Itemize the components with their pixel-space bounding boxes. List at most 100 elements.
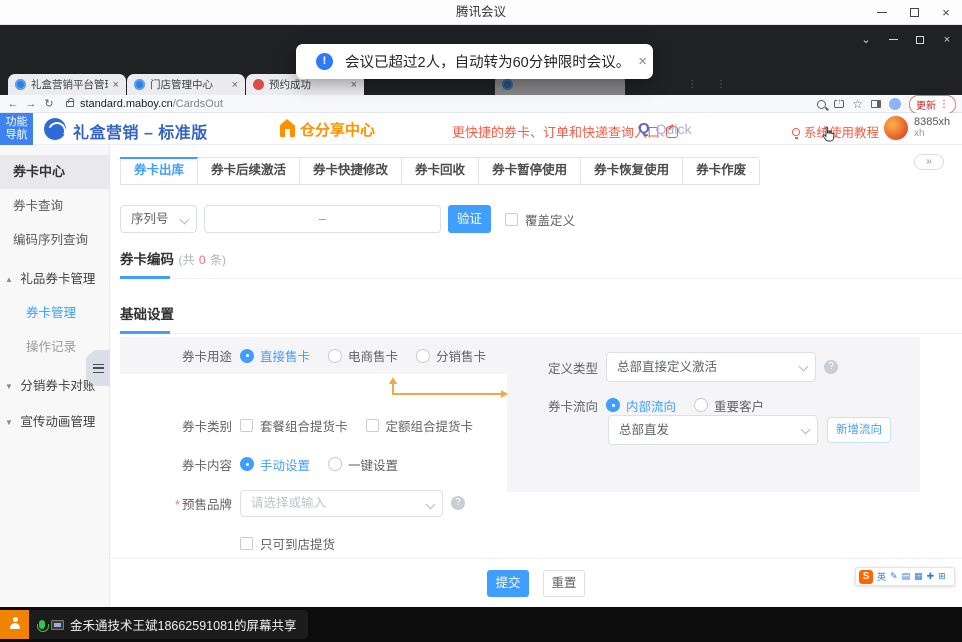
minimize-button[interactable] — [866, 0, 898, 25]
tab-close-icon[interactable]: × — [232, 79, 238, 91]
minimize-icon — [889, 39, 898, 40]
radio-one-click-setup[interactable]: 一键设置 — [328, 455, 398, 474]
banner-close-icon[interactable]: × — [638, 53, 647, 70]
connector-arrowhead-up — [389, 377, 397, 384]
brand-logo-icon — [44, 118, 66, 140]
search-q-icon: Q — [638, 120, 650, 137]
close-button[interactable]: × — [930, 0, 962, 25]
reload-icon[interactable]: ↻ — [40, 97, 58, 110]
sidebar: 券卡中心 券卡查询 编码序列查询 ▲ 礼品券卡管理 券卡管理 操作记录 ▼ 分销… — [0, 145, 110, 607]
address-bar[interactable]: standard.maboy.cn/CardsOut — [66, 98, 223, 110]
microphone-icon — [39, 620, 45, 629]
checkbox-fixed-combo-card[interactable]: 定额组合提货卡 — [366, 416, 474, 435]
tab-card-suspend[interactable]: 券卡暂停使用 — [478, 158, 580, 184]
back-icon[interactable]: ← — [4, 98, 22, 110]
lightbulb-icon — [792, 128, 800, 136]
minimize-icon — [877, 12, 887, 13]
flow-select-row: 总部直发 新增流向 — [608, 415, 891, 445]
sidebar-group-promo-animation[interactable]: ▼ 宣传动画管理 — [0, 405, 109, 439]
search-icon[interactable] — [817, 100, 826, 109]
codes-section-header: 券卡编码 (共 0 条) — [120, 248, 962, 279]
add-flow-button[interactable]: 新增流向 — [827, 417, 891, 443]
define-type-label: 定义类型 — [530, 358, 598, 377]
submit-button[interactable]: 提交 — [487, 570, 529, 597]
share-icon[interactable] — [834, 100, 844, 108]
warehouse-share-link[interactable]: 仓分享中心 — [280, 119, 375, 140]
sidebar-item-card-management[interactable]: 券卡管理 — [0, 296, 109, 330]
tutorial-link[interactable]: 系统使用教程 — [792, 122, 879, 141]
checkbox-store-pickup-only[interactable]: 只可到店提货 — [240, 534, 335, 553]
browser-tab-2[interactable]: 门店管理中心 × — [127, 74, 245, 95]
favicon-blue — [15, 79, 26, 90]
screen-share-indicator[interactable]: 金禾通技术王斌18662591081的屏幕共享 — [0, 610, 308, 639]
radio-checked-icon — [606, 398, 620, 412]
chrome-menu-chevron[interactable]: ⌄ — [857, 33, 875, 46]
ime-pen-icon[interactable]: ✎ — [890, 571, 898, 582]
search-placeholder: Quick — [656, 121, 692, 137]
tab-card-followup-activate[interactable]: 券卡后续激活 — [197, 158, 299, 184]
chrome-maximize-button[interactable] — [911, 34, 929, 46]
ime-logo-icon[interactable]: S — [859, 570, 873, 584]
chrome-close-button[interactable]: × — [938, 34, 956, 46]
nav-badge[interactable]: 功能导航 — [0, 113, 33, 145]
ime-skin-icon[interactable]: ▦ — [914, 571, 923, 582]
sidebar-collapse-handle[interactable] — [86, 350, 110, 386]
user-menu[interactable]: 8385xh xh — [884, 116, 950, 140]
sidebar-group-gift-card-mgmt[interactable]: ▲ 礼品券卡管理 — [0, 262, 109, 296]
card-content-row: 券卡内容 手动设置 一键设置 — [120, 454, 416, 474]
browser-update-button[interactable]: 更新 ⋮ — [909, 95, 956, 114]
radio-ecommerce-sale[interactable]: 电商售卡 — [328, 346, 398, 365]
tab-card-outbound[interactable]: 券卡出库 — [121, 158, 197, 184]
flow-select[interactable]: 总部直发 — [608, 415, 818, 445]
radio-manual-setup[interactable]: 手动设置 — [240, 455, 310, 474]
tab-close-icon[interactable]: × — [113, 79, 119, 91]
forward-icon[interactable]: → — [22, 98, 40, 110]
panel-collapse-button[interactable]: » — [914, 154, 944, 170]
reset-button[interactable]: 重置 — [543, 570, 585, 597]
radio-important-customer[interactable]: 重要客户 — [694, 396, 764, 415]
bookmark-star-icon[interactable]: ☆ — [852, 97, 863, 111]
tab-close-icon[interactable]: × — [351, 79, 357, 91]
user-subname: xh — [914, 128, 950, 140]
sidebar-item-code-sequence-query[interactable]: 编码序列查询 — [0, 223, 109, 257]
define-type-row: 定义类型 总部直接定义激活 ? — [530, 352, 838, 382]
info-icon: ! — [316, 53, 333, 70]
side-panel-icon[interactable] — [871, 100, 881, 108]
tab-card-recycle[interactable]: 券卡回收 — [401, 158, 478, 184]
tab-card-void[interactable]: 券卡作废 — [682, 158, 759, 184]
radio-internal-flow[interactable]: 内部流向 — [606, 396, 676, 415]
radio-icon — [694, 398, 708, 412]
card-flow-row: 券卡流向 内部流向 重要客户 — [530, 395, 782, 415]
verify-button[interactable]: 验证 — [448, 205, 491, 233]
help-question-icon[interactable]: ? — [451, 496, 465, 510]
chrome-minimize-button[interactable] — [884, 34, 902, 46]
sharer-avatar — [0, 610, 29, 639]
ime-grid-icon[interactable]: ⊞ — [938, 571, 946, 582]
maximize-button[interactable] — [898, 0, 930, 25]
ime-keyboard-icon[interactable]: ▤ — [902, 571, 911, 582]
maximize-icon — [910, 8, 919, 17]
serial-range-input[interactable]: – — [204, 205, 441, 233]
sidebar-section-title: 券卡中心 — [0, 155, 109, 189]
checkbox-package-combo-card[interactable]: 套餐组合提货卡 — [240, 416, 348, 435]
tab-card-resume[interactable]: 券卡恢复使用 — [580, 158, 682, 184]
help-question-icon[interactable]: ? — [824, 360, 838, 374]
define-type-select[interactable]: 总部直接定义激活 — [606, 352, 816, 382]
quick-search[interactable]: Q Quick — [638, 120, 691, 137]
ime-plus-icon[interactable]: ✚ — [927, 571, 935, 582]
browser-profile-avatar[interactable] — [889, 98, 901, 110]
hamburger-icon — [93, 364, 104, 373]
sidebar-item-card-query[interactable]: 券卡查询 — [0, 189, 109, 223]
serial-field-select[interactable]: 序列号 — [120, 205, 197, 233]
browser-tab-1[interactable]: 礼盒营销平台管理中心 × — [8, 74, 126, 95]
ime-mode-icon[interactable]: 英 — [877, 570, 886, 583]
url-host: standard.maboy.cn — [80, 98, 173, 110]
hand-cursor — [822, 126, 835, 147]
radio-direct-sale[interactable]: 直接售卡 — [240, 346, 310, 365]
radio-distribution-sale[interactable]: 分销售卡 — [416, 346, 486, 365]
codes-title: 券卡编码 — [120, 252, 174, 267]
presale-brand-select[interactable]: 请选择或输入 — [240, 490, 443, 517]
tab-card-quick-modify[interactable]: 券卡快捷修改 — [299, 158, 401, 184]
connector-arrowhead-right — [501, 390, 508, 398]
override-checkbox[interactable] — [505, 213, 518, 226]
